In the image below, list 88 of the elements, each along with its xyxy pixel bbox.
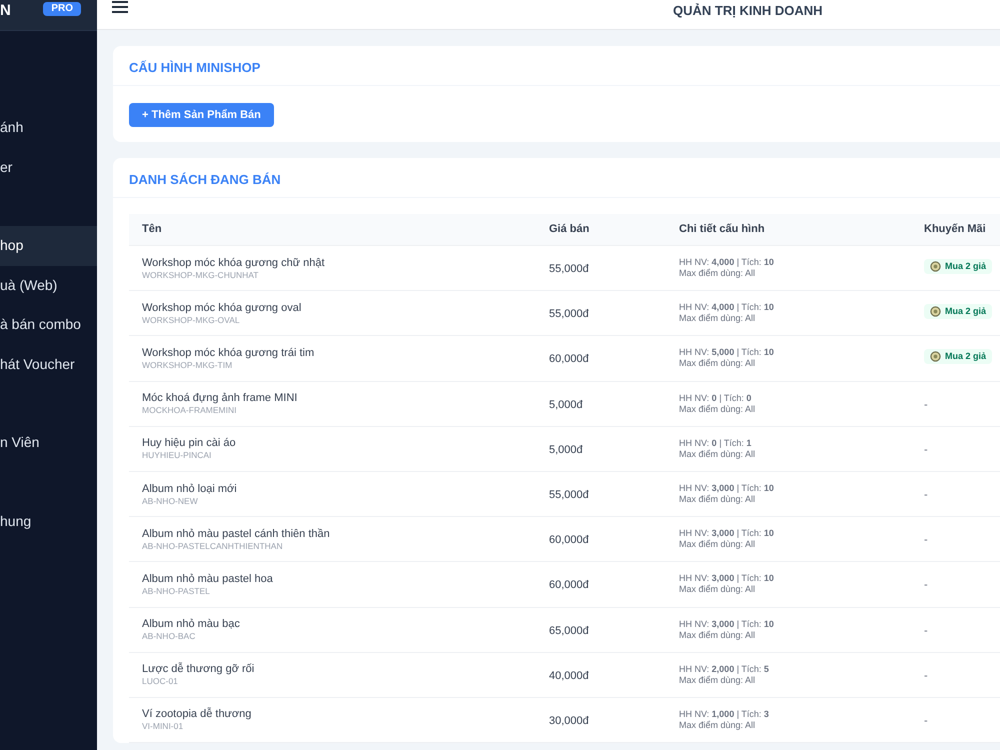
commission-text: HH NV: 1,000 | Tích: 3	[679, 708, 770, 720]
product-name: Ví zootopia dễ thương	[142, 707, 252, 722]
commission-text: HH NV: 4,000 | Tích: 10	[679, 257, 775, 268]
price-cell: 5,000đ	[549, 398, 583, 411]
column-header: Giá bán	[549, 222, 590, 238]
product-name: Album nhỏ màu bạc	[142, 617, 241, 632]
commission-text: HH NV: 3,000 | Tích: 10	[679, 573, 775, 584]
commission-text: HH NV: 3,000 | Tích: 10	[679, 618, 775, 630]
column-header: Tên	[141, 222, 163, 238]
sidebar-item[interactable]: hung	[0, 502, 97, 541]
badge-icon	[930, 351, 941, 362]
max-points-text: Max điểm dùng: All	[679, 313, 756, 324]
menu-icon[interactable]	[112, 0, 128, 14]
product-sku: AB-NHO-NEW	[142, 496, 199, 507]
commission-text: HH NV: 2,000 | Tích: 5	[679, 664, 770, 675]
commission-text: HH NV: 3,000 | Tích: 10	[679, 483, 775, 494]
page-title: QUẢN TRỊ KINH DOANH	[673, 2, 822, 20]
sidebar-item[interactable]: n Viên	[0, 423, 97, 462]
commission-text: HH NV: 5,000 | Tích: 10	[679, 347, 775, 358]
commission-text: HH NV: 0 | Tích: 0	[679, 392, 752, 404]
section-title: DANH SÁCH ĐANG BÁN	[129, 170, 281, 188]
empty-promo: -	[924, 398, 928, 411]
badge-icon	[930, 306, 941, 318]
product-sku: WORKSHOP-MKG-CHUNHAT	[142, 270, 260, 281]
product-sku: LUOC-01	[142, 676, 179, 688]
empty-promo: -	[924, 670, 928, 682]
empty-promo: -	[924, 579, 928, 592]
price-cell: 55,000đ	[549, 489, 589, 502]
product-name: Workshop móc khóa gương trái tim	[142, 346, 316, 360]
sidebar-item[interactable]: er	[0, 148, 97, 187]
promo-badge: Mua 2 giả	[924, 259, 992, 274]
max-points-text: Max điểm dùng: All	[679, 720, 756, 731]
product-name: Album nhỏ màu pastel hoa	[142, 572, 274, 586]
product-sku: MOCKHOA-FRAMEMINI	[142, 405, 238, 416]
product-name: Album nhỏ màu pastel cánh thiên thần	[142, 526, 331, 541]
price-cell: 5,000đ	[549, 444, 583, 456]
badge-icon	[930, 261, 941, 272]
product-name: Album nhỏ loại mới	[142, 482, 238, 496]
empty-promo: -	[924, 624, 928, 637]
empty-promo: -	[924, 444, 928, 456]
promo-badge: Mua 2 giả	[924, 304, 992, 320]
product-name: Workshop móc khóa gương oval	[142, 300, 302, 315]
price-cell: 30,000đ	[549, 714, 589, 727]
price-cell: 55,000đ	[549, 308, 589, 320]
sidebar-item[interactable]: hát Voucher	[0, 344, 97, 384]
max-points-text: Max điểm dùng: All	[679, 494, 756, 506]
product-sku: AB-NHO-PASTELCANHTHIENTHAN	[142, 540, 284, 552]
max-points-text: Max điểm dùng: All	[679, 268, 756, 280]
empty-promo: -	[924, 714, 928, 727]
price-cell: 65,000đ	[549, 624, 589, 637]
commission-text: HH NV: 4,000 | Tích: 10	[679, 302, 775, 314]
sidebar-item[interactable]: uà (Web)	[0, 266, 97, 305]
promo-badge: Mua 2 giả	[924, 349, 992, 364]
sidebar-item[interactable]: hop	[0, 226, 97, 266]
product-name: Huy hiệu pin cài áo	[142, 436, 237, 450]
max-points-text: Max điểm dùng: All	[679, 630, 756, 641]
price-cell: 55,000đ	[549, 263, 589, 276]
logo-text: N	[0, 0, 11, 21]
product-sku: AB-NHO-BAC	[142, 631, 196, 642]
commission-text: HH NV: 3,000 | Tích: 10	[679, 528, 775, 540]
pro-badge: PRO	[43, 2, 81, 16]
max-points-text: Max điểm dùng: All	[679, 674, 756, 686]
price-cell: 60,000đ	[549, 534, 589, 546]
product-sku: WORKSHOP-MKG-OVAL	[142, 314, 241, 326]
max-points-text: Max điểm dùng: All	[679, 539, 756, 550]
section-title: CẤU HÌNH MINISHOP	[129, 58, 260, 76]
sidebar-item[interactable]: ánh	[0, 108, 97, 148]
sidebar-item[interactable]: à bán combo	[0, 305, 97, 344]
product-name: Móc khoá đựng ảnh frame MINI	[142, 391, 298, 406]
column-header: Chi tiết cấu hình	[679, 222, 766, 238]
product-sku: AB-NHO-PASTEL	[142, 586, 211, 597]
price-cell: 60,000đ	[549, 579, 589, 592]
product-name: Workshop móc khóa gương chữ nhật	[142, 256, 326, 270]
max-points-text: Max điểm dùng: All	[679, 358, 756, 370]
price-cell: 60,000đ	[549, 353, 589, 366]
product-sku: WORKSHOP-MKG-TIM	[142, 360, 234, 371]
product-sku: HUYHIEU-PINCAI	[142, 450, 212, 462]
commission-text: HH NV: 0 | Tích: 1	[679, 438, 752, 449]
product-sku: VI-MINI-01	[142, 721, 184, 732]
max-points-text: Max điểm dùng: All	[679, 404, 756, 415]
price-cell: 40,000đ	[549, 670, 589, 682]
max-points-text: Max điểm dùng: All	[679, 584, 756, 596]
empty-promo: -	[924, 534, 928, 546]
add-product-button[interactable]: + Thêm Sản Phẩm Bán	[129, 103, 274, 128]
product-name: Lược dễ thương gỡ rối	[142, 662, 256, 676]
column-header: Khuyến Mãi	[924, 222, 987, 238]
max-points-text: Max điểm dùng: All	[679, 448, 756, 460]
empty-promo: -	[924, 489, 928, 502]
